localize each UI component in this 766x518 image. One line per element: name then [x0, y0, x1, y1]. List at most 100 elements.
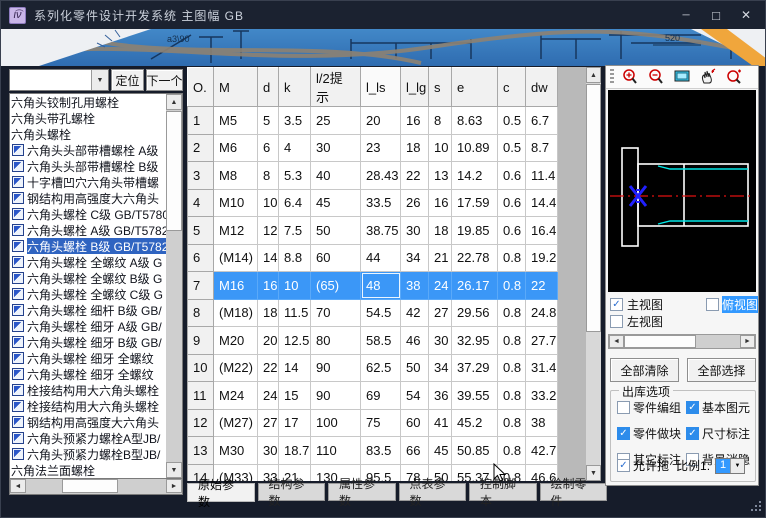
zoom-window-icon[interactable]: [724, 68, 744, 86]
table-cell[interactable]: 0.8: [498, 382, 526, 410]
list-item[interactable]: 六角头螺栓 全螺纹 B级 G: [10, 270, 167, 286]
select-all-button[interactable]: 全部选择: [687, 358, 756, 382]
table-cell[interactable]: 80: [311, 327, 361, 355]
pan-hand-icon[interactable]: [698, 68, 718, 86]
table-cell[interactable]: 58.5: [361, 327, 401, 355]
table-cell[interactable]: 42: [401, 299, 429, 327]
scrollbar-thumb[interactable]: [62, 479, 118, 493]
row-number-cell[interactable]: 10: [188, 354, 214, 382]
row-number-cell[interactable]: 2: [188, 134, 214, 162]
table-cell[interactable]: 25: [311, 107, 361, 135]
row-number-cell[interactable]: 11: [188, 382, 214, 410]
preview-canvas[interactable]: [608, 90, 756, 292]
zoom-in-icon[interactable]: [620, 68, 640, 86]
list-item[interactable]: 栓接结构用大六角头螺栓: [10, 382, 167, 398]
list-item[interactable]: 六角头螺栓 细牙 A级 GB/: [10, 318, 167, 334]
table-cell[interactable]: 16.4: [526, 217, 558, 245]
table-cell[interactable]: 38: [526, 409, 558, 437]
table-cell[interactable]: 26: [401, 189, 429, 217]
table-cell[interactable]: 16: [429, 189, 452, 217]
table-cell[interactable]: 0.8: [498, 437, 526, 465]
table-cell[interactable]: 14: [279, 354, 311, 382]
chevron-down-icon[interactable]: [730, 459, 744, 473]
table-cell[interactable]: M5: [214, 107, 258, 135]
scroll-left-icon[interactable]: [10, 479, 26, 493]
list-item[interactable]: 六角头预紧力螺栓B型JB/: [10, 446, 167, 462]
table-cell[interactable]: (M27): [214, 409, 258, 437]
list-item[interactable]: 六角头螺栓: [10, 126, 167, 142]
table-cell[interactable]: 17: [279, 409, 311, 437]
table-cell[interactable]: 19.2: [526, 244, 558, 272]
table-cell[interactable]: 26.17: [452, 272, 498, 300]
table-cell[interactable]: 21: [429, 244, 452, 272]
table-cell[interactable]: M20: [214, 327, 258, 355]
table-cell[interactable]: (65): [311, 272, 361, 300]
table-cell[interactable]: 0.6: [498, 162, 526, 190]
column-header[interactable]: M: [214, 68, 258, 107]
table-cell[interactable]: 66: [401, 437, 429, 465]
table-cell[interactable]: 39.55: [452, 382, 498, 410]
table-cell[interactable]: 44: [361, 244, 401, 272]
toolbar-handle[interactable]: [610, 69, 614, 85]
table-cell[interactable]: 60: [311, 244, 361, 272]
option-checkbox[interactable]: [617, 427, 630, 440]
table-cell[interactable]: 0.5: [498, 107, 526, 135]
list-item[interactable]: 六角头带孔螺栓: [10, 110, 167, 126]
option-checkbox[interactable]: [617, 401, 630, 414]
table-cell[interactable]: 30: [429, 327, 452, 355]
list-item[interactable]: 六角头螺栓 B级 GB/T5782: [10, 238, 167, 254]
column-header[interactable]: k: [279, 68, 311, 107]
table-cell[interactable]: 40: [311, 162, 361, 190]
minimize-icon[interactable]: [673, 5, 699, 25]
table-cell[interactable]: 48: [361, 272, 401, 300]
row-number-cell[interactable]: 13: [188, 437, 214, 465]
row-number-cell[interactable]: 12: [188, 409, 214, 437]
list-item[interactable]: 十字槽凹穴六角头带槽螺: [10, 174, 167, 190]
row-number-cell[interactable]: 1: [188, 107, 214, 135]
list-item[interactable]: 六角头头部带槽螺栓 A级: [10, 142, 167, 158]
column-header[interactable]: l_ls: [361, 68, 401, 107]
table-cell[interactable]: 8.8: [279, 244, 311, 272]
table-cell[interactable]: 45: [311, 189, 361, 217]
scroll-up-icon[interactable]: [586, 67, 601, 83]
list-horizontal-scrollbar[interactable]: [9, 479, 183, 495]
table-cell[interactable]: 0.8: [498, 354, 526, 382]
table-cell[interactable]: 50: [311, 217, 361, 245]
table-cell[interactable]: 6.7: [526, 107, 558, 135]
column-header[interactable]: d: [258, 68, 279, 107]
table-cell[interactable]: 6: [258, 134, 279, 162]
table-cell[interactable]: 38.75: [361, 217, 401, 245]
table-cell[interactable]: 0.8: [498, 409, 526, 437]
table-cell[interactable]: 12.5: [279, 327, 311, 355]
table-cell[interactable]: 29.56: [452, 299, 498, 327]
table-cell[interactable]: 45.2: [452, 409, 498, 437]
table-cell[interactable]: (M22): [214, 354, 258, 382]
preview-horizontal-scrollbar[interactable]: [608, 334, 756, 349]
search-combobox[interactable]: [9, 69, 109, 91]
list-item[interactable]: 六角头螺栓 全螺纹 A级 G: [10, 254, 167, 270]
scrollbar-thumb[interactable]: [586, 84, 601, 332]
table-cell[interactable]: 10: [279, 272, 311, 300]
table-cell[interactable]: 62.5: [361, 354, 401, 382]
table-cell[interactable]: 50.85: [452, 437, 498, 465]
fit-view-icon[interactable]: [672, 68, 692, 86]
table-cell[interactable]: M6: [214, 134, 258, 162]
table-cell[interactable]: 22.78: [452, 244, 498, 272]
table-cell[interactable]: M12: [214, 217, 258, 245]
table-cell[interactable]: 54: [401, 382, 429, 410]
row-number-cell[interactable]: 8: [188, 299, 214, 327]
scroll-up-icon[interactable]: [166, 94, 182, 110]
table-cell[interactable]: 42.7: [526, 437, 558, 465]
table-cell[interactable]: 5: [258, 107, 279, 135]
table-cell[interactable]: 20: [258, 327, 279, 355]
scrollbar-thumb[interactable]: [166, 111, 182, 231]
table-cell[interactable]: 110: [311, 437, 361, 465]
table-cell[interactable]: 27: [258, 409, 279, 437]
table-cell[interactable]: 30: [258, 437, 279, 465]
list-item[interactable]: 六角头螺栓 细牙 全螺纹: [10, 350, 167, 366]
table-cell[interactable]: M8: [214, 162, 258, 190]
row-number-cell[interactable]: 5: [188, 217, 214, 245]
locate-button[interactable]: 定位: [111, 69, 144, 91]
table-cell[interactable]: 38: [401, 272, 429, 300]
table-cell[interactable]: 11.5: [279, 299, 311, 327]
